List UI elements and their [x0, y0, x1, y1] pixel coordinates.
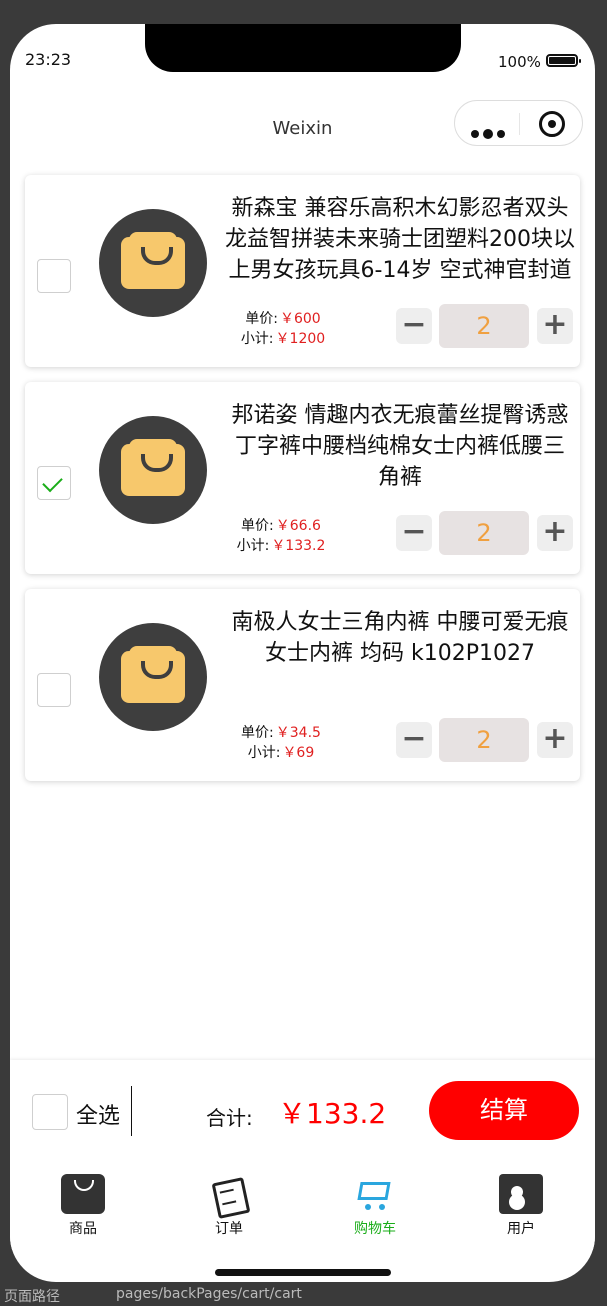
tab-user[interactable]: 用户 — [461, 1170, 581, 1238]
subtotal: ￥1200 — [275, 331, 326, 347]
checkmark-icon — [42, 471, 63, 493]
subtotal-label: 小计: — [236, 538, 270, 554]
subtotal-label: 小计: — [240, 331, 274, 347]
increase-button[interactable]: + — [537, 308, 573, 344]
checkout-bar: 全选 合计: ￥133.2 结算 — [10, 1060, 595, 1171]
battery-icon — [546, 54, 581, 67]
quantity-value[interactable]: 2 — [439, 304, 529, 348]
miniprogram-capsule[interactable] — [454, 100, 583, 146]
cart-icon — [353, 1174, 397, 1214]
product-image[interactable] — [99, 623, 207, 731]
unit-price-label: 单价: — [241, 725, 274, 741]
close-miniprogram-icon[interactable] — [539, 111, 565, 137]
tab-label: 订单 — [215, 1221, 243, 1237]
shopping-bag-icon — [121, 646, 185, 703]
subtotal: ￥133.2 — [271, 538, 326, 554]
product-title[interactable]: 新森宝 兼容乐高积木幻影忍者双头龙益智拼装未来骑士团塑料200块以上男女孩玩具6… — [225, 193, 575, 289]
tab-goods[interactable]: 商品 — [23, 1170, 143, 1238]
product-image[interactable] — [99, 416, 207, 524]
shopping-bag-icon — [121, 439, 185, 496]
item-checkbox[interactable] — [37, 259, 71, 293]
price-block: 单价: ￥66.6 小计: ￥133.2 — [211, 516, 351, 556]
product-image[interactable] — [99, 209, 207, 317]
total-value: ￥133.2 — [278, 1097, 387, 1130]
decrease-button[interactable]: − — [396, 308, 432, 344]
status-time: 23:23 — [25, 50, 72, 69]
unit-price-label: 单价: — [245, 311, 278, 327]
tab-orders[interactable]: 订单 — [169, 1170, 289, 1238]
battery-percent: 100% — [498, 53, 541, 71]
subtotal: ￥69 — [282, 745, 315, 761]
product-title[interactable]: 邦诺姿 情趣内衣无痕蕾丝提臀诱惑丁字裤中腰档纯棉女士内裤低腰三角裤 — [225, 400, 575, 496]
user-card-icon — [499, 1174, 543, 1214]
subtotal-label: 小计: — [247, 745, 281, 761]
order-list-icon — [207, 1174, 251, 1214]
select-all-label[interactable]: 全选 — [76, 1098, 120, 1130]
shopping-bag-icon — [61, 1174, 105, 1214]
quantity-value[interactable]: 2 — [439, 718, 529, 762]
decrease-button[interactable]: − — [396, 515, 432, 551]
cart-item: 新森宝 兼容乐高积木幻影忍者双头龙益智拼装未来骑士团塑料200块以上男女孩玩具6… — [25, 175, 580, 367]
unit-price: ￥66.6 — [275, 518, 321, 534]
increase-button[interactable]: + — [537, 515, 573, 551]
price-block: 单价: ￥600 小计: ￥1200 — [213, 309, 353, 349]
unit-price: ￥600 — [279, 311, 321, 327]
tab-bar: 商品 订单 购物车 用户 — [10, 1170, 595, 1250]
increase-button[interactable]: + — [537, 722, 573, 758]
devtools-path-bar: 页面路径 pages/backPages/cart/cart — [0, 1286, 607, 1305]
unit-price: ￥34.5 — [275, 725, 321, 741]
capsule-divider — [519, 113, 520, 135]
shopping-bag-icon — [121, 232, 185, 289]
cart-item: 邦诺姿 情趣内衣无痕蕾丝提臀诱惑丁字裤中腰档纯棉女士内裤低腰三角裤 单价: ￥66… — [25, 382, 580, 574]
decrease-button[interactable]: − — [396, 722, 432, 758]
price-block: 单价: ￥34.5 小计: ￥69 — [211, 723, 351, 763]
select-all-checkbox[interactable] — [32, 1094, 68, 1130]
quantity-value[interactable]: 2 — [439, 511, 529, 555]
path-label: 页面路径 — [4, 1289, 60, 1305]
tab-label: 购物车 — [354, 1221, 396, 1237]
total-label: 合计: — [206, 1106, 253, 1130]
page-path[interactable]: pages/backPages/cart/cart — [116, 1286, 302, 1302]
item-checkbox[interactable] — [37, 466, 71, 500]
checkout-button[interactable]: 结算 — [429, 1081, 579, 1140]
tab-label: 用户 — [507, 1221, 535, 1237]
phone-frame: 23:23 100% Weixin 新森宝 兼容乐高积木幻影忍者双头龙益智拼装未… — [10, 24, 595, 1282]
divider — [131, 1086, 132, 1136]
home-indicator — [215, 1269, 391, 1276]
tab-cart[interactable]: 购物车 — [315, 1170, 435, 1238]
tab-label: 商品 — [69, 1221, 97, 1237]
unit-price-label: 单价: — [241, 518, 274, 534]
product-title[interactable]: 南极人女士三角内裤 中腰可爱无痕女士内裤 均码 k102P1027 — [225, 607, 575, 703]
more-icon[interactable] — [471, 123, 509, 142]
cart-item: 南极人女士三角内裤 中腰可爱无痕女士内裤 均码 k102P1027 单价: ￥34… — [25, 589, 580, 781]
item-checkbox[interactable] — [37, 673, 71, 707]
notch — [145, 24, 461, 72]
